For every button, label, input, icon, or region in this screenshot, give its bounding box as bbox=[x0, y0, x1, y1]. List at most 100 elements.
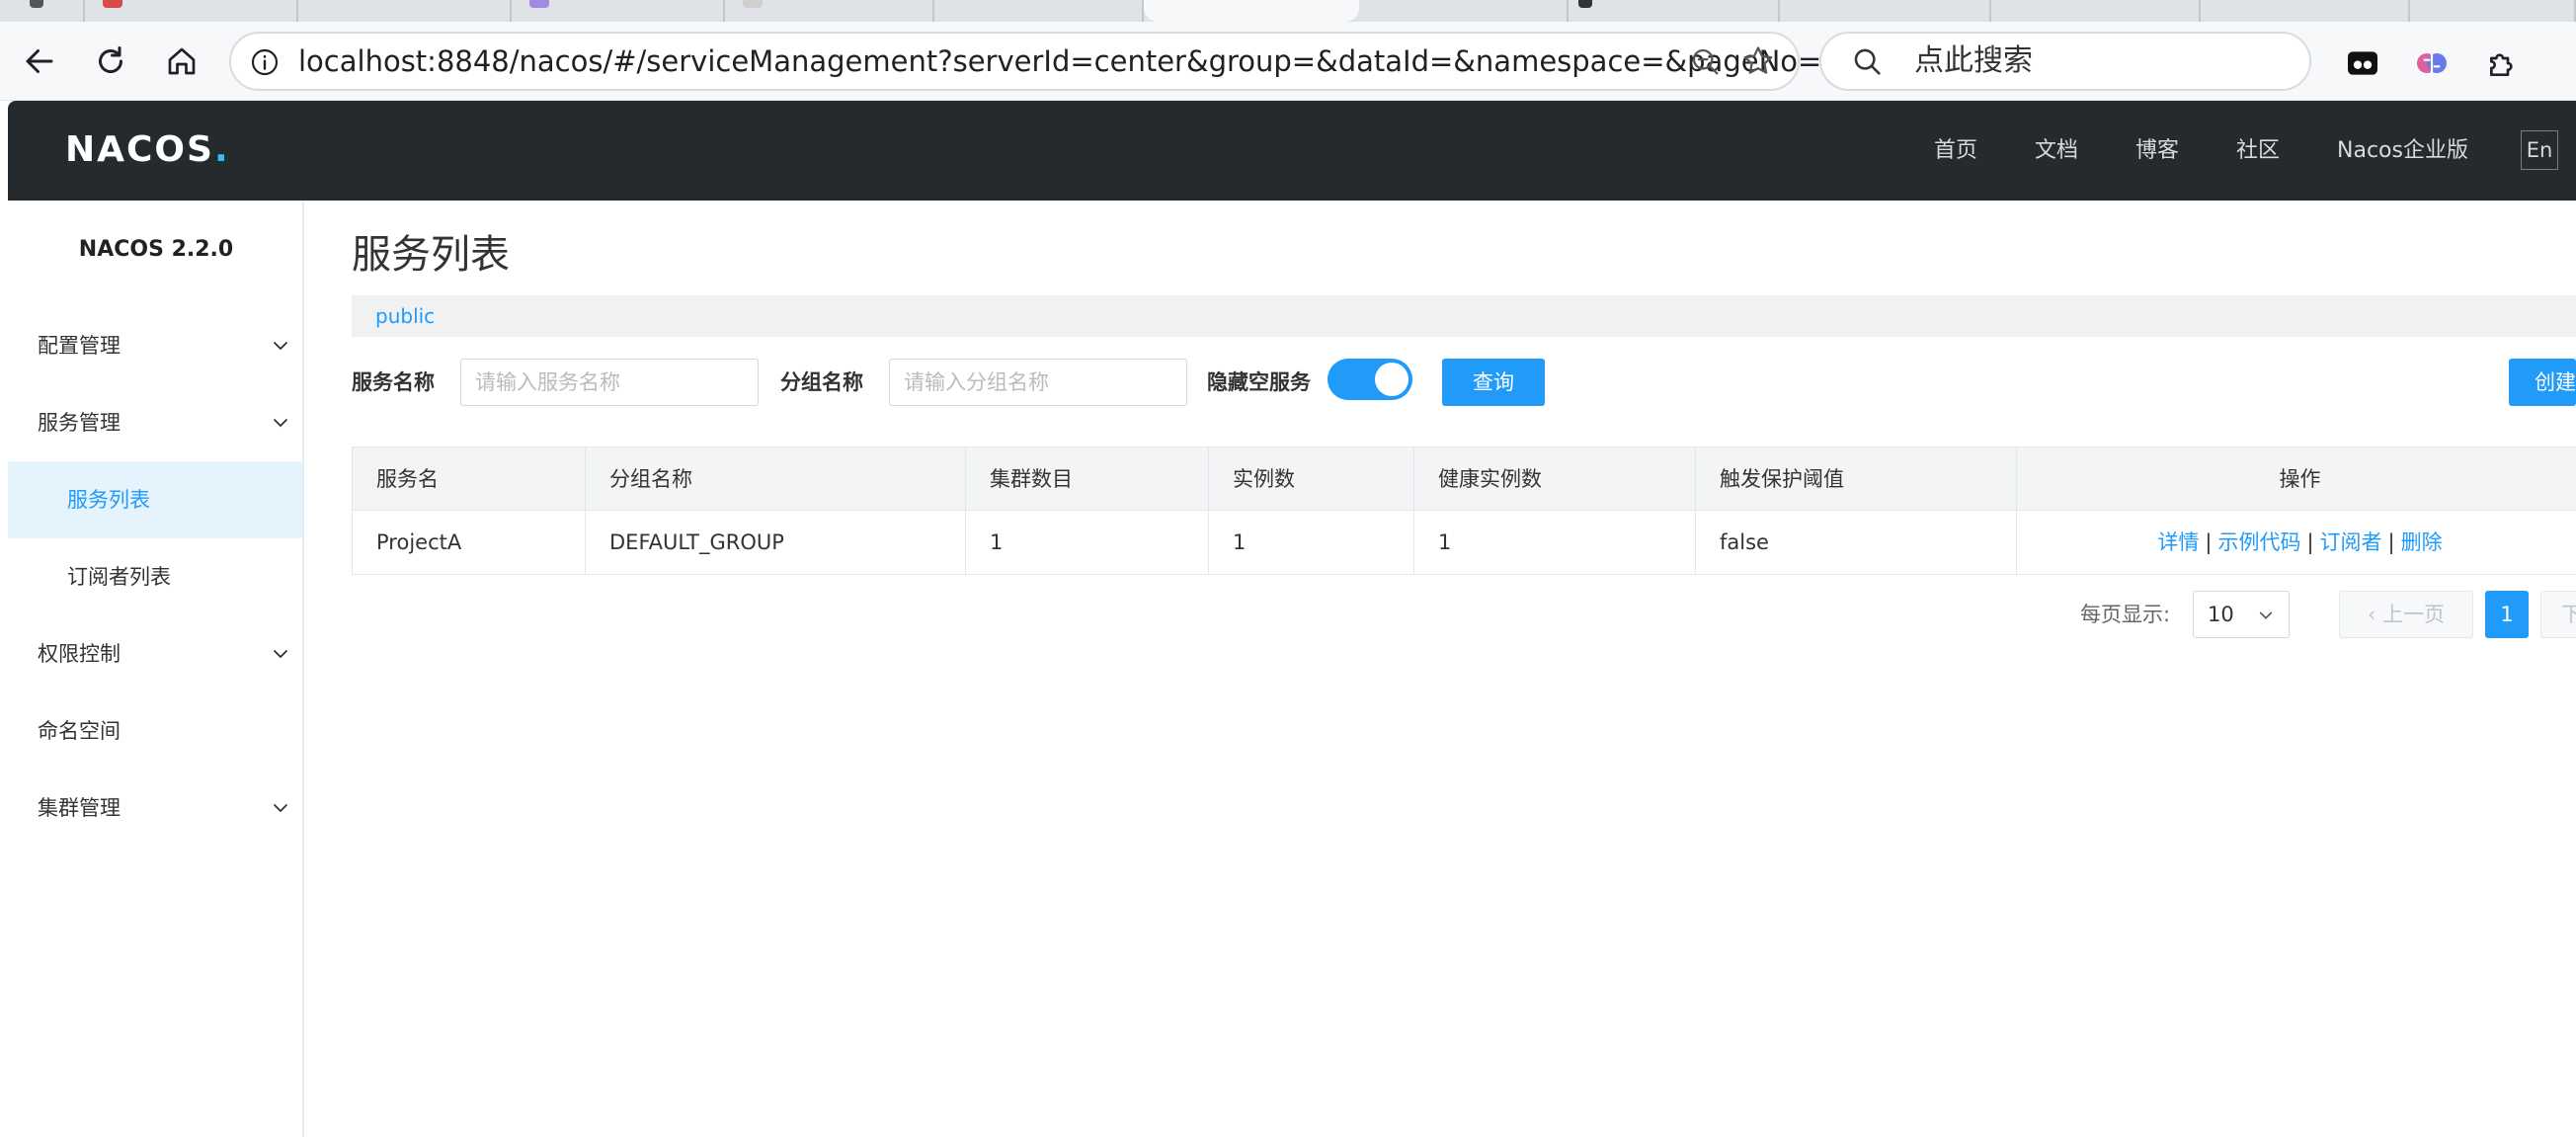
page-size-value: 10 bbox=[2208, 603, 2234, 626]
browser-tab[interactable] bbox=[1780, 0, 1991, 22]
service-table: 服务名 分组名称 集群数目 实例数 健康实例数 触发保护阈值 操作 Projec… bbox=[352, 447, 2576, 575]
cell-service-name: ProjectA bbox=[353, 511, 586, 574]
column-header-protect-threshold: 触发保护阈值 bbox=[1696, 447, 2017, 511]
url-text: localhost:8848/nacos/#/serviceManagement… bbox=[298, 44, 1898, 78]
page-size-select[interactable]: 10 bbox=[2193, 591, 2290, 638]
sidebar-item-access-control[interactable]: 权限控制 bbox=[8, 615, 302, 692]
table-row: ProjectA DEFAULT_GROUP 1 1 1 false 详情 | 示例… bbox=[353, 511, 2576, 574]
subscribers-link[interactable]: 订阅者 bbox=[2320, 530, 2382, 554]
sidebar-item-label: 集群管理 bbox=[38, 796, 121, 820]
arrow-left-icon bbox=[26, 49, 53, 73]
sample-code-link[interactable]: 示例代码 bbox=[2217, 530, 2300, 554]
sidebar-item-label: 服务列表 bbox=[67, 488, 150, 512]
cell-protect-threshold: false bbox=[1696, 511, 2017, 574]
search-icon bbox=[1854, 48, 1881, 75]
cell-healthy-instance-count: 1 bbox=[1414, 511, 1696, 574]
service-name-label: 服务名称 bbox=[352, 370, 435, 394]
browser-tab-strip bbox=[0, 0, 2576, 22]
page-title: 服务列表 bbox=[352, 232, 510, 278]
nav-blog[interactable]: 博客 bbox=[2135, 101, 2179, 201]
next-page-button[interactable]: 下一页 bbox=[2540, 591, 2576, 638]
puzzle-extensions-icon[interactable] bbox=[2483, 43, 2523, 83]
sidebar-item-config-management[interactable]: 配置管理 bbox=[8, 307, 302, 384]
group-name-input[interactable] bbox=[889, 359, 1187, 406]
browser-tab[interactable] bbox=[1359, 0, 1592, 22]
language-switch-button[interactable]: En bbox=[2521, 130, 2558, 170]
sidebar-item-namespace[interactable]: 命名空间 bbox=[8, 692, 302, 770]
cell-cluster-count: 1 bbox=[966, 511, 1209, 574]
delete-link[interactable]: 删除 bbox=[2401, 530, 2443, 554]
group-name-label: 分组名称 bbox=[780, 370, 863, 394]
column-header-cluster-count: 集群数目 bbox=[966, 447, 1209, 511]
toggle-knob bbox=[1375, 363, 1409, 396]
sidebar-item-label: 命名空间 bbox=[38, 719, 121, 743]
nav-enterprise[interactable]: Nacos企业版 bbox=[2337, 101, 2468, 201]
nav-community[interactable]: 社区 bbox=[2236, 101, 2280, 201]
home-button[interactable] bbox=[156, 36, 207, 87]
browser-tab[interactable] bbox=[85, 0, 298, 22]
browser-tab[interactable] bbox=[934, 0, 1144, 22]
table-header-row: 服务名 分组名称 集群数目 实例数 健康实例数 触发保护阈值 操作 bbox=[353, 447, 2576, 511]
details-link[interactable]: 详情 bbox=[2157, 530, 2199, 554]
sidebar-item-label: 权限控制 bbox=[38, 642, 121, 666]
browser-tab[interactable] bbox=[1991, 0, 2201, 22]
extension-icon[interactable] bbox=[2343, 43, 2382, 83]
page-number-1[interactable]: 1 bbox=[2485, 591, 2529, 638]
sidebar-item-service-management[interactable]: 服务管理 bbox=[8, 384, 302, 461]
chevron-down-icon bbox=[2259, 611, 2273, 619]
brain-extension-icon[interactable] bbox=[2412, 43, 2452, 83]
browser-toolbar: localhost:8848/nacos/#/serviceManagement… bbox=[0, 22, 2576, 101]
sidebar-item-label: 配置管理 bbox=[38, 334, 121, 358]
prev-page-button[interactable]: ‹ 上一页 bbox=[2339, 591, 2473, 638]
column-header-instance-count: 实例数 bbox=[1209, 447, 1414, 511]
nacos-logo[interactable]: NACOS. bbox=[65, 127, 230, 173]
bookmark-star-icon[interactable] bbox=[1740, 43, 1776, 79]
browser-tab[interactable] bbox=[1569, 0, 1780, 22]
version-title: NACOS 2.2.0 bbox=[78, 237, 234, 262]
page-size-label: 每页显示: bbox=[2080, 603, 2171, 626]
sidebar-item-service-list[interactable]: 服务列表 bbox=[8, 461, 302, 538]
top-header: NACOS. 首页 文档 博客 社区 Nacos企业版 En bbox=[8, 101, 2576, 201]
nav-home[interactable]: 首页 bbox=[1934, 101, 1977, 201]
browser-tab-active[interactable] bbox=[1144, 0, 1359, 22]
cell-group-name: DEFAULT_GROUP bbox=[586, 511, 966, 574]
address-bar[interactable]: localhost:8848/nacos/#/serviceManagement… bbox=[229, 32, 1898, 91]
sidebar-item-subscriber-list[interactable]: 订阅者列表 bbox=[8, 538, 302, 615]
browser-tab[interactable] bbox=[512, 0, 725, 22]
home-icon bbox=[168, 47, 196, 75]
site-info-icon[interactable] bbox=[249, 46, 281, 78]
chevron-down-icon bbox=[274, 342, 287, 351]
prev-page-label: 上一页 bbox=[2382, 603, 2446, 626]
browser-tab[interactable] bbox=[2201, 0, 2410, 22]
column-header-service-name: 服务名 bbox=[353, 447, 586, 511]
reload-icon bbox=[99, 46, 122, 73]
sidebar-item-label: 服务管理 bbox=[38, 411, 121, 435]
browser-tab[interactable] bbox=[298, 0, 512, 22]
chevron-down-icon bbox=[274, 804, 287, 813]
chevron-down-icon bbox=[274, 419, 287, 428]
nacos-app: NACOS. 首页 文档 博客 社区 Nacos企业版 En NACOS 2.2… bbox=[8, 101, 2576, 1137]
reload-button[interactable] bbox=[85, 36, 136, 87]
namespace-link-public[interactable]: public bbox=[375, 295, 435, 337]
browser-search-box[interactable]: 点此搜索 bbox=[1819, 32, 2311, 91]
sidebar-item-label: 订阅者列表 bbox=[67, 565, 171, 589]
back-button[interactable] bbox=[14, 36, 65, 87]
service-name-input[interactable] bbox=[460, 359, 759, 406]
search-placeholder: 点此搜索 bbox=[1914, 43, 2033, 78]
nav-docs[interactable]: 文档 bbox=[2035, 101, 2078, 201]
browser-tab[interactable] bbox=[0, 0, 85, 22]
browser-tab[interactable] bbox=[725, 0, 934, 22]
action-separator: | bbox=[2306, 530, 2314, 554]
hide-empty-services-toggle[interactable] bbox=[1328, 359, 1412, 400]
next-page-label: 下一页 bbox=[2561, 603, 2576, 626]
action-separator: | bbox=[2387, 530, 2395, 554]
sidebar: NACOS 2.2.0 配置管理 服务管理 服务列表 订阅者列表 权限控制 命名… bbox=[8, 201, 304, 1137]
browser-tab[interactable] bbox=[2410, 0, 2576, 22]
chevron-left-icon: ‹ bbox=[2367, 603, 2383, 626]
sidebar-item-cluster-management[interactable]: 集群管理 bbox=[8, 770, 302, 847]
create-service-button[interactable]: 创建服务 bbox=[2509, 359, 2576, 406]
query-button[interactable]: 查询 bbox=[1442, 359, 1545, 406]
zoom-out-icon[interactable] bbox=[1689, 45, 1723, 79]
hide-empty-services-label: 隐藏空服务 bbox=[1207, 370, 1311, 394]
main-content: 服务列表 public 服务名称 分组名称 隐藏空服务 查询 创建服务 服务名 … bbox=[304, 201, 2576, 1137]
